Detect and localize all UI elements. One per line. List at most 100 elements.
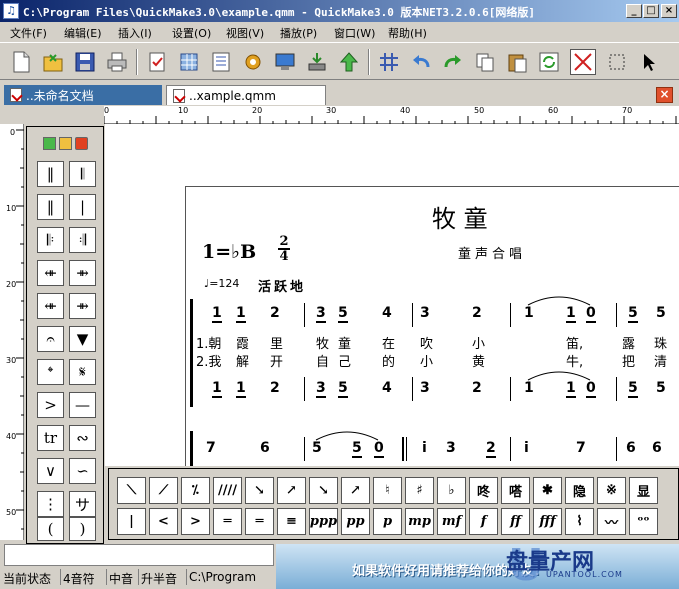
note[interactable]: 2 — [472, 380, 482, 396]
tab-example[interactable]: ..xample.qmm — [166, 85, 326, 105]
palette-accent-mark[interactable]: > — [37, 392, 64, 418]
note[interactable]: 7 — [576, 440, 586, 456]
download-icon[interactable] — [304, 49, 330, 75]
refresh-icon[interactable] — [536, 49, 562, 75]
flat-button[interactable]: ♭ — [437, 477, 466, 504]
note[interactable]: 7 — [206, 440, 216, 456]
note[interactable]: 1 — [524, 305, 534, 321]
close-button[interactable]: × — [661, 4, 677, 18]
palette-repeat-end[interactable]: 𝄇 — [69, 227, 96, 253]
palette-trill[interactable]: tr — [37, 425, 64, 451]
redo-icon[interactable] — [440, 49, 466, 75]
app-icon[interactable]: ♫ — [3, 3, 19, 19]
palette-tremolo-left[interactable]: ⇺ — [37, 293, 64, 319]
symbol-button[interactable]: ↗ — [277, 477, 306, 504]
note[interactable]: 5 — [628, 305, 638, 323]
symbol-button[interactable]: ═ — [213, 508, 242, 535]
note[interactable]: 6 — [626, 440, 636, 456]
note[interactable]: 4 — [382, 305, 392, 321]
symbol-button[interactable]: ⌇ — [565, 508, 594, 535]
note[interactable]: 2 — [472, 305, 482, 321]
palette-single-bar[interactable]: | — [69, 194, 96, 220]
note[interactable]: 3 — [446, 440, 456, 456]
dynamic-ff[interactable]: ff — [501, 508, 530, 535]
dynamic-f[interactable]: f — [469, 508, 498, 535]
undo-icon[interactable] — [408, 49, 434, 75]
list-icon[interactable] — [208, 49, 234, 75]
dynamic-mf[interactable]: mf — [437, 508, 466, 535]
palette-mordent[interactable]: ∽ — [69, 458, 96, 484]
monitor-icon[interactable] — [272, 49, 298, 75]
note[interactable]: 2 — [486, 440, 496, 458]
note[interactable]: 5 — [338, 380, 348, 398]
save-icon[interactable] — [72, 49, 98, 75]
symbol-button[interactable]: ⟍ — [117, 477, 146, 504]
palette-sa[interactable]: サ — [69, 491, 96, 517]
symbol-button[interactable]: ↗ — [341, 477, 370, 504]
palette-thin-double[interactable]: ‖ — [37, 194, 64, 220]
note[interactable]: 4 — [382, 380, 392, 396]
note[interactable]: 1 — [524, 380, 534, 396]
palette-barline[interactable]: ‖ — [37, 161, 64, 187]
decrescendo-button[interactable]: > — [181, 508, 210, 535]
menu-edit[interactable]: 编辑(E) — [64, 25, 102, 41]
note[interactable]: 1 — [566, 305, 576, 323]
score-page[interactable]: 牧 童 1=♭B 2 4 童声合唱 ♩=124 活跃地 1 1 2 3 5 4 … — [185, 186, 679, 466]
tab-untitled[interactable]: ..未命名文档 — [4, 85, 162, 105]
note[interactable]: 1 — [566, 380, 576, 398]
palette-arpeggio[interactable]: ⋮ — [37, 491, 64, 517]
note[interactable]: 1 — [236, 305, 246, 323]
dynamic-p[interactable]: p — [373, 508, 402, 535]
menu-play[interactable]: 播放(P) — [280, 25, 317, 41]
power-icon[interactable] — [75, 137, 88, 150]
symbol-button[interactable]: 〰 — [597, 508, 626, 535]
menu-view[interactable]: 视图(V) — [226, 25, 264, 41]
folder-icon[interactable] — [59, 137, 72, 150]
symbol-button[interactable]: ᵒᵒ — [629, 508, 658, 535]
note[interactable]: 1 — [212, 380, 222, 398]
symbol-button[interactable]: ═ — [245, 508, 274, 535]
dynamic-mp[interactable]: mp — [405, 508, 434, 535]
show-button[interactable]: 显 — [629, 477, 658, 504]
symbol-button[interactable]: 嗒 — [501, 477, 530, 504]
note[interactable]: 0 — [586, 305, 596, 323]
new-icon[interactable] — [8, 49, 34, 75]
symbol-button[interactable]: ✱ — [533, 477, 562, 504]
note[interactable]: 3 — [316, 305, 326, 323]
note[interactable]: 5 — [352, 440, 362, 458]
sharp-button[interactable]: ♯ — [405, 477, 434, 504]
symbol-button[interactable]: ⁒ — [181, 477, 210, 504]
palette-trill-left[interactable]: ⇺ — [37, 260, 64, 286]
score-canvas[interactable]: 牧 童 1=♭B 2 4 童声合唱 ♩=124 活跃地 1 1 2 3 5 4 … — [105, 124, 679, 466]
note[interactable]: 6 — [260, 440, 270, 456]
symbol-button[interactable]: ⟋ — [149, 477, 178, 504]
input-field[interactable] — [4, 544, 274, 566]
print-icon[interactable] — [104, 49, 130, 75]
paste-icon[interactable] — [504, 49, 530, 75]
symbol-button[interactable]: 咚 — [469, 477, 498, 504]
crescendo-button[interactable]: < — [149, 508, 178, 535]
note[interactable]: 0 — [374, 440, 384, 458]
note[interactable]: 6 — [652, 440, 662, 456]
note[interactable]: 5 — [656, 380, 666, 396]
note[interactable]: 5 — [312, 440, 322, 456]
hash-icon[interactable] — [376, 49, 402, 75]
note[interactable]: 0 — [586, 380, 596, 398]
minimize-button[interactable]: _ — [626, 4, 642, 18]
palette-fermata[interactable]: 𝄐 — [37, 326, 64, 352]
dynamic-pp[interactable]: pp — [341, 508, 370, 535]
note[interactable]: 5 — [656, 305, 666, 321]
menu-settings[interactable]: 设置(O) — [172, 25, 211, 41]
gear-icon[interactable] — [240, 49, 266, 75]
symbol-button[interactable]: ↘ — [309, 477, 338, 504]
palette-trill-right[interactable]: ⇻ — [69, 260, 96, 286]
menu-insert[interactable]: 插入(I) — [118, 25, 152, 41]
refresh-icon[interactable] — [43, 137, 56, 150]
palette-breath[interactable]: ∨ — [37, 458, 64, 484]
note[interactable]: 2 — [270, 380, 280, 396]
palette-paren-open[interactable]: ( — [37, 517, 64, 541]
symbol-button[interactable]: //// — [213, 477, 242, 504]
palette-accent[interactable]: ▼ — [69, 326, 96, 352]
hide-button[interactable]: 隐 — [565, 477, 594, 504]
palette-tremolo-right[interactable]: ⇻ — [69, 293, 96, 319]
